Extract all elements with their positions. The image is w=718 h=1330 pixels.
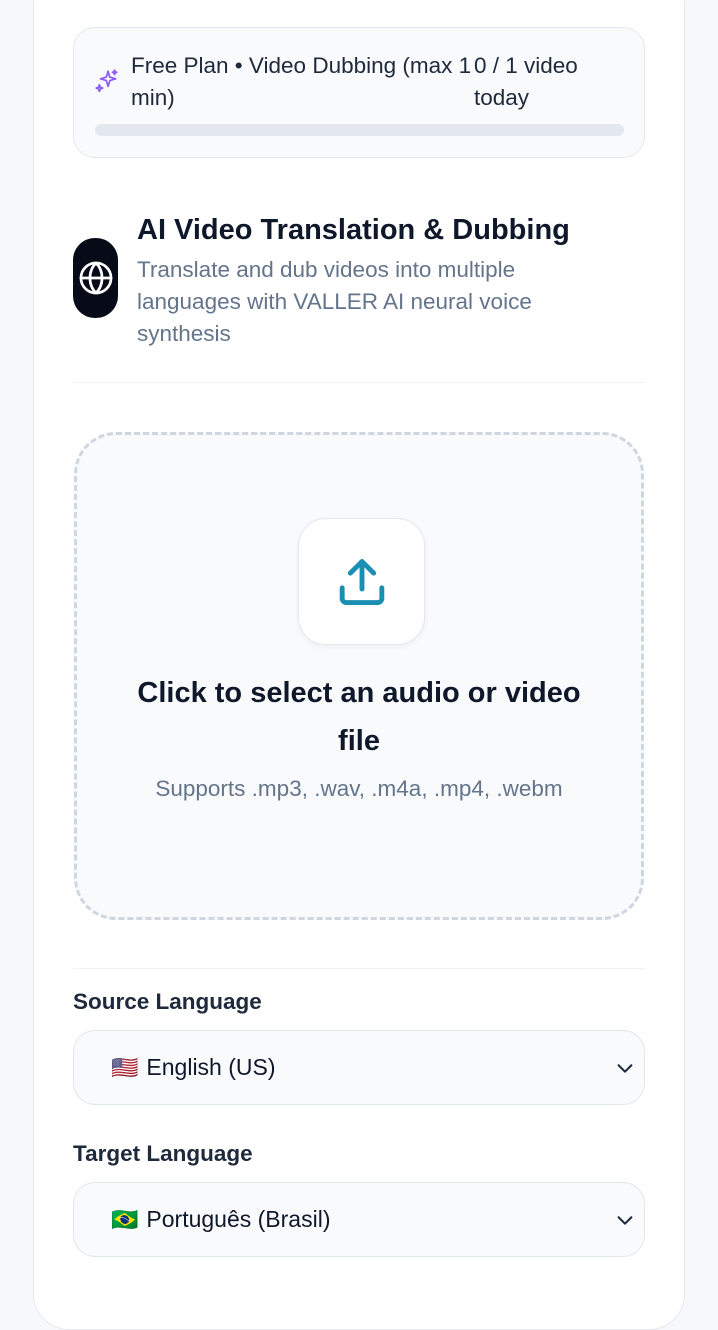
target-language-value: Português (Brasil): [146, 1206, 331, 1232]
source-language-label: Source Language: [73, 989, 262, 1014]
chevron-down-icon: [617, 1064, 633, 1073]
plan-usage-box: Free Plan • Video Dubbing (max 1 min) 0 …: [73, 27, 645, 158]
brazil-flag-icon: 🇧🇷: [111, 1206, 139, 1232]
sparkles-icon: [95, 69, 118, 93]
plan-usage-progress-bar: [95, 124, 624, 136]
file-upload-dropzone[interactable]: Click to select an audio or video file S…: [74, 432, 644, 920]
upload-icon: [339, 558, 384, 605]
upload-instruction: Click to select an audio or video file: [137, 677, 581, 757]
globe-icon: [79, 261, 112, 295]
upload-icon-tile[interactable]: [298, 518, 425, 645]
us-flag-icon: 🇺🇸: [111, 1054, 139, 1080]
section-divider: [73, 968, 645, 969]
feature-icon-badge: [73, 238, 118, 318]
page-title: AI Video Translation & Dubbing: [137, 214, 570, 246]
target-language-select[interactable]: 🇧🇷 Português (Brasil): [73, 1182, 645, 1257]
source-language-select[interactable]: 🇺🇸 English (US): [73, 1030, 645, 1105]
plan-title: Free Plan • Video Dubbing (max 1 min): [131, 53, 472, 110]
target-language-label: Target Language: [73, 1141, 253, 1166]
page-description: Translate and dub videos into multiple l…: [137, 257, 532, 346]
section-divider: [73, 382, 645, 383]
supported-formats: Supports .mp3, .wav, .m4a, .mp4, .webm: [155, 776, 563, 801]
chevron-down-icon: [617, 1216, 633, 1225]
source-language-value: English (US): [146, 1054, 276, 1080]
plan-usage-count: 0 / 1 video today: [474, 53, 578, 110]
